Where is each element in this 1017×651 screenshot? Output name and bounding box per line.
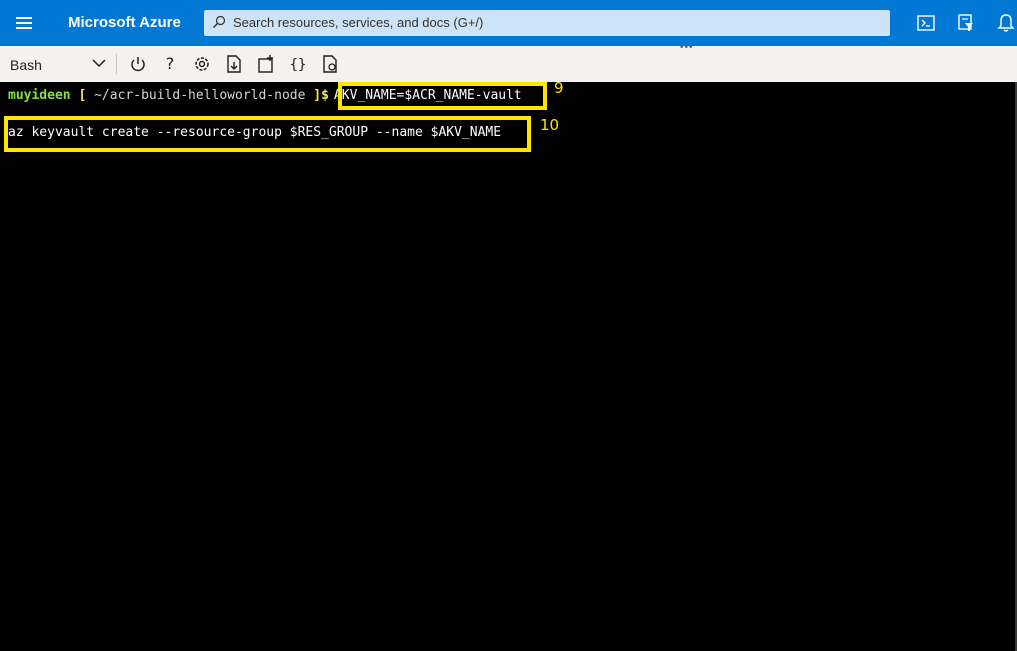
highlight-box-1	[338, 82, 547, 110]
search-icon	[213, 15, 226, 28]
upload-download-icon[interactable]	[224, 54, 244, 74]
svg-text:?: ?	[166, 54, 175, 73]
annotation-label-9: 9	[554, 79, 564, 97]
search-placeholder: Search resources, services, and docs (G+…	[233, 15, 484, 30]
help-icon[interactable]: ?	[160, 54, 180, 74]
directory-filter-icon[interactable]	[955, 12, 977, 34]
prompt-path: ~/acr-build-helloworld-node	[94, 88, 306, 103]
terminal-output[interactable]: muyideen [ ~/acr-build-helloworld-node ]…	[0, 79, 1017, 651]
annotation-label-10: 10	[540, 116, 560, 134]
shell-selector[interactable]: Bash	[4, 50, 110, 78]
shell-selector-value: Bash	[10, 57, 42, 73]
search-input[interactable]: Search resources, services, and docs (G+…	[204, 10, 890, 36]
settings-icon[interactable]	[192, 54, 212, 74]
cloud-shell-toolbar: ••• Bash ? {}	[0, 42, 1017, 82]
new-session-icon[interactable]	[256, 54, 276, 74]
resize-grip-icon[interactable]: •••	[680, 42, 694, 53]
notifications-icon[interactable]	[995, 12, 1017, 34]
power-icon[interactable]	[128, 54, 148, 74]
menu-icon[interactable]	[14, 13, 34, 33]
chevron-down-icon	[92, 59, 106, 68]
cloud-shell-icon[interactable]	[915, 12, 937, 34]
highlight-box-2	[4, 116, 531, 152]
prompt-bracket-open: [	[78, 88, 87, 103]
toolbar-divider	[116, 54, 117, 74]
prompt-user: muyideen	[8, 88, 71, 103]
web-preview-icon[interactable]	[320, 54, 340, 74]
editor-braces-icon[interactable]: {}	[288, 54, 308, 74]
svg-text:{}: {}	[290, 57, 307, 73]
brand-title[interactable]: Microsoft Azure	[68, 14, 181, 31]
azure-header: Microsoft Azure Search resources, servic…	[0, 0, 1017, 46]
prompt-close: ]$	[313, 88, 329, 103]
